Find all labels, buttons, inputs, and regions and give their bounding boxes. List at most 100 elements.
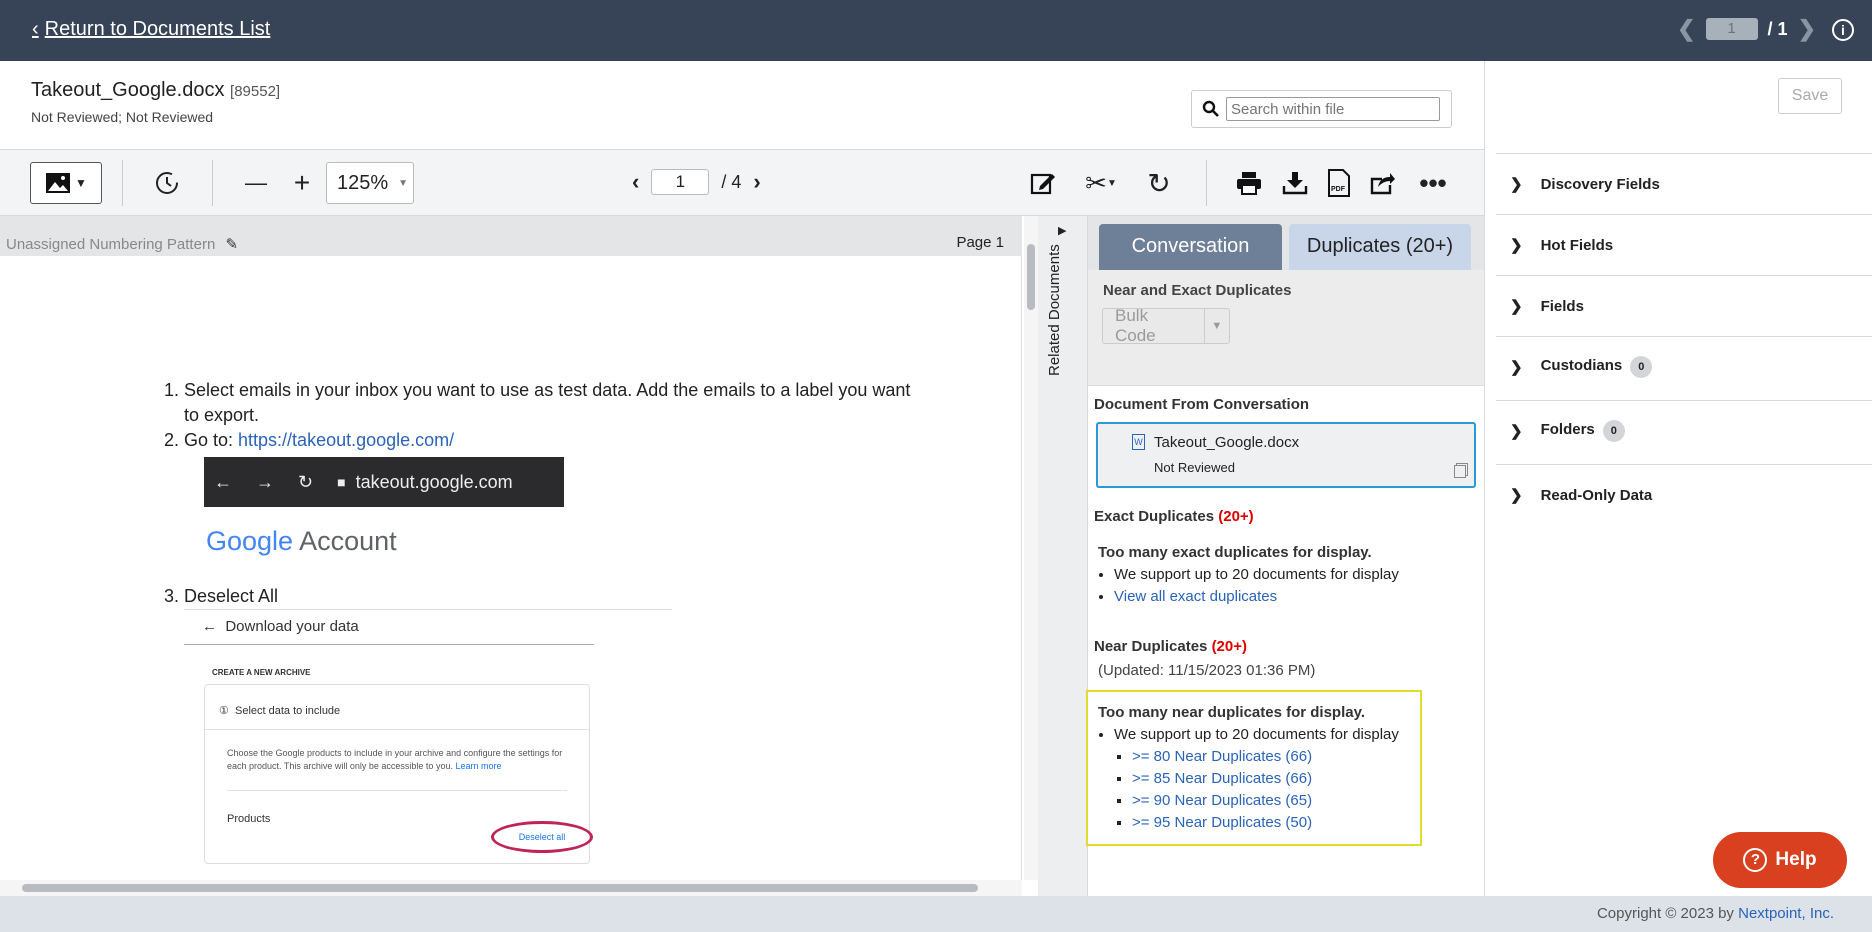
list-item: Select emails in your inbox you want to … — [184, 378, 930, 428]
question-icon: ? — [1743, 848, 1768, 872]
list-item: We support up to 20 documents for displa… — [1114, 564, 1399, 586]
search-within-file — [1191, 90, 1452, 128]
list-item: >= 85 Near Duplicates (66) — [1132, 768, 1410, 790]
prev-document-icon[interactable]: ❮ — [1677, 16, 1695, 42]
near-dup-90-link[interactable]: >= 90 Near Duplicates (65) — [1132, 792, 1312, 809]
list-item: >= 95 Near Duplicates (50) — [1132, 812, 1410, 834]
section-heading: Document From Conversation — [1094, 396, 1310, 413]
count-badge: 0 — [1602, 420, 1625, 442]
duplicates-panel: Conversation Duplicates (20+) Near and E… — [1086, 216, 1484, 896]
embedded-url-bar-image: ← → ↻ ■ takeout.google.com — [204, 457, 564, 507]
info-icon[interactable]: i — [1832, 19, 1854, 41]
chevron-down-icon[interactable]: ▼ — [1203, 309, 1229, 343]
copy-icon[interactable] — [1454, 465, 1466, 478]
section-discovery-fields[interactable]: ❯ Discovery Fields — [1496, 153, 1872, 214]
chevron-right-icon: ❯ — [1510, 176, 1523, 193]
scissors-icon: ✂ — [1085, 167, 1107, 198]
list-item: Deselect All — [184, 584, 930, 609]
history-icon[interactable] — [150, 162, 184, 204]
near-updated: (Updated: 11/15/2023 01:36 PM) — [1098, 662, 1316, 679]
panel-tabs: Conversation Duplicates (20+) — [1088, 216, 1484, 270]
redact-tool-button[interactable]: ✂ ▼ — [1078, 162, 1124, 204]
numbering-bar: Unassigned Numbering Pattern ✎ Page 1 — [0, 216, 1022, 256]
lock-icon: ■ — [337, 473, 346, 490]
section-fields[interactable]: ❯ Fields — [1496, 275, 1872, 336]
document-page-input[interactable]: 1 — [1705, 18, 1758, 40]
image-view-button[interactable]: ▼ — [30, 162, 102, 204]
more-options-icon[interactable]: ••• — [1414, 162, 1452, 204]
print-icon[interactable] — [1232, 162, 1266, 204]
takeout-link[interactable]: https://takeout.google.com/ — [238, 430, 454, 450]
search-icon — [1202, 100, 1219, 117]
near-duplicates-message: Too many near duplicates for display. We… — [1086, 690, 1422, 846]
chevron-down-icon: ▼ — [75, 176, 87, 190]
save-button[interactable]: Save — [1778, 78, 1842, 114]
list-item: >= 90 Near Duplicates (65) — [1132, 790, 1410, 812]
shot-heading: ← Download your data — [202, 618, 359, 635]
top-bar: ‹ Return to Documents List ❮ 1 / 1 ❯ i — [0, 0, 1872, 61]
chevron-right-icon: ❯ — [1510, 298, 1523, 315]
near-dup-80-link[interactable]: >= 80 Near Duplicates (66) — [1132, 748, 1312, 765]
annotate-icon[interactable] — [1026, 162, 1060, 204]
list-item: We support up to 20 documents for displa… — [1114, 724, 1410, 834]
search-input[interactable] — [1226, 97, 1440, 121]
document-viewer: Unassigned Numbering Pattern ✎ Page 1 Se… — [0, 216, 1022, 896]
toolbar-divider — [122, 160, 123, 206]
share-icon[interactable] — [1366, 162, 1400, 204]
view-all-exact-link[interactable]: View all exact duplicates — [1114, 588, 1277, 605]
numbering-pattern[interactable]: Unassigned Numbering Pattern ✎ — [6, 235, 238, 253]
exact-duplicates-message: Too many exact duplicates for display. W… — [1098, 542, 1399, 608]
near-dup-85-link[interactable]: >= 85 Near Duplicates (66) — [1132, 770, 1312, 787]
scroll-thumb[interactable] — [1027, 244, 1035, 310]
count-badge: 0 — [1630, 356, 1653, 378]
page-navigator: ‹ 1 / 4 › — [632, 169, 761, 195]
near-exact-section: Near and Exact Duplicates Bulk Code ▼ — [1088, 270, 1484, 386]
scroll-thumb[interactable] — [22, 884, 978, 892]
conversation-document-card[interactable]: W Takeout_Google.docx Not Reviewed — [1096, 422, 1476, 488]
document-pager: ❮ 1 / 1 ❯ — [1677, 16, 1816, 42]
copyright-text: Copyright © 2023 by — [1596, 905, 1739, 922]
pdf-icon[interactable]: PDF — [1322, 162, 1356, 204]
zoom-in-icon[interactable]: + — [286, 162, 318, 204]
reload-icon: ↻ — [298, 471, 314, 492]
next-document-icon[interactable]: ❯ — [1798, 16, 1816, 42]
viewer-toolbar: ▼ — + 125% ▼ ‹ 1 / 4 › ✂ ▼ ↻ PDF ••• — [0, 150, 1484, 216]
next-page-icon[interactable]: › — [753, 169, 760, 195]
section-read-only-data[interactable]: ❯ Read-Only Data — [1496, 464, 1872, 525]
section-heading: Near and Exact Duplicates — [1103, 282, 1292, 299]
near-count: (20+) — [1211, 638, 1247, 655]
bulk-code-button[interactable]: Bulk Code ▼ — [1102, 306, 1230, 345]
zoom-select[interactable]: 125% ▼ — [326, 162, 414, 204]
forward-arrow-icon: → — [256, 471, 274, 492]
pencil-icon[interactable]: ✎ — [225, 236, 238, 253]
rotate-icon[interactable]: ↻ — [1142, 162, 1176, 204]
svg-text:PDF: PDF — [1331, 186, 1346, 193]
download-icon[interactable] — [1278, 162, 1312, 204]
zoom-out-icon[interactable]: — — [240, 162, 272, 204]
document-title: Takeout_Google.docx [89552] — [31, 79, 281, 101]
vertical-scrollbar[interactable] — [1024, 216, 1038, 880]
document-page-total: / 1 — [1767, 18, 1788, 39]
tab-duplicates[interactable]: Duplicates (20+) — [1289, 224, 1471, 270]
help-button[interactable]: ? Help — [1713, 832, 1847, 888]
near-dup-95-link[interactable]: >= 95 Near Duplicates (50) — [1132, 814, 1312, 831]
tab-conversation[interactable]: Conversation — [1099, 224, 1282, 270]
company-link[interactable]: Nextpoint, Inc. — [1738, 905, 1834, 922]
page-input[interactable]: 1 — [651, 169, 710, 195]
related-documents-tab[interactable]: ▶ Related Documents — [1038, 216, 1088, 896]
document-name: Takeout_Google.docx — [1154, 434, 1300, 451]
page-total: / 4 — [721, 171, 742, 192]
section-folders[interactable]: ❯ Folders 0 — [1496, 400, 1872, 461]
chevron-down-icon: ▼ — [1106, 177, 1117, 189]
chevron-left-icon: ‹ — [32, 18, 39, 40]
section-hot-fields[interactable]: ❯ Hot Fields — [1496, 214, 1872, 275]
section-custodians[interactable]: ❯ Custodians 0 — [1496, 336, 1872, 397]
document-content: Select emails in your inbox you want to … — [150, 378, 930, 864]
list-item: Go to: https://takeout.google.com/ — [184, 428, 930, 453]
return-to-documents-link[interactable]: ‹ Return to Documents List — [32, 18, 270, 41]
horizontal-scrollbar[interactable] — [0, 880, 1022, 896]
triangle-right-icon: ▶ — [1058, 225, 1067, 237]
word-document-icon: W — [1132, 434, 1145, 450]
prev-page-icon[interactable]: ‹ — [632, 169, 639, 195]
chevron-right-icon: ❯ — [1510, 237, 1523, 254]
